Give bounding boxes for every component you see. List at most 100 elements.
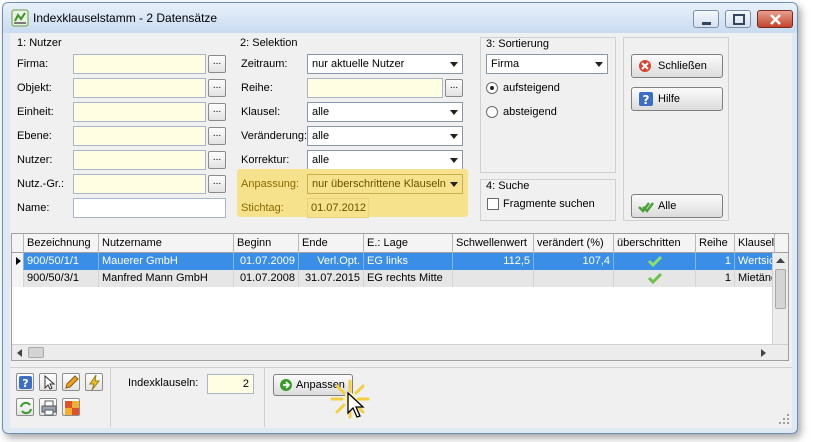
schliessen-button[interactable]: Schließen bbox=[631, 54, 723, 78]
window-title: Indexklauselstamm - 2 Datensätze bbox=[33, 11, 218, 25]
cell-lage: EG rechts Mitte bbox=[364, 270, 453, 287]
chevron-down-icon bbox=[595, 62, 603, 67]
chevron-down-icon bbox=[450, 134, 458, 139]
minimize-button[interactable] bbox=[693, 10, 719, 28]
row-pointer-icon bbox=[12, 253, 24, 270]
alle-label: Alle bbox=[658, 200, 677, 212]
printer-icon bbox=[41, 400, 57, 416]
zeitraum-select[interactable]: nur aktuelle Nutzer bbox=[307, 54, 463, 74]
arrow-right-icon bbox=[280, 379, 292, 391]
stichtag-input[interactable]: 01.07.2012 bbox=[307, 198, 369, 218]
label-stichtag: Stichtag: bbox=[241, 202, 284, 214]
col-veraendert[interactable]: verändert (%) bbox=[534, 234, 614, 253]
refresh-tool-button[interactable] bbox=[16, 398, 34, 416]
nutzer-input[interactable] bbox=[73, 150, 206, 170]
table-row[interactable]: 900/50/3/1 Manfred Mann GmbH 01.07.2008 … bbox=[12, 270, 788, 287]
ebene-browse-button[interactable]: ... bbox=[208, 127, 226, 145]
main-window: Indexklauselstamm - 2 Datensätze 1: Nutz… bbox=[2, 2, 798, 434]
button-panel: Schließen ? Hilfe Alle bbox=[623, 37, 729, 221]
group-suche: 4: Suche Fragmente suchen bbox=[480, 179, 616, 221]
name-input[interactable] bbox=[73, 198, 226, 218]
objekt-browse-button[interactable]: ... bbox=[208, 79, 226, 97]
col-ende[interactable]: Ende bbox=[299, 234, 364, 253]
label-ebene: Ebene: bbox=[17, 130, 52, 142]
close-window-button[interactable] bbox=[757, 10, 793, 28]
svg-text:?: ? bbox=[643, 93, 650, 107]
check-icon bbox=[647, 272, 662, 285]
chevron-down-icon bbox=[450, 62, 458, 67]
reihe-browse-button[interactable]: ... bbox=[445, 79, 463, 97]
edit-tool-button[interactable] bbox=[62, 373, 80, 391]
schliessen-label: Schließen bbox=[658, 60, 707, 72]
nutzergruppe-browse-button[interactable]: ... bbox=[208, 175, 226, 193]
vertical-scrollbar[interactable] bbox=[772, 253, 788, 344]
klausel-select[interactable]: alle bbox=[307, 102, 463, 122]
cell-veraendert bbox=[534, 270, 614, 287]
sortierung-select[interactable]: Firma bbox=[486, 54, 608, 74]
footer-separator bbox=[264, 367, 265, 427]
chevron-down-icon bbox=[450, 182, 458, 187]
absteigend-radio[interactable] bbox=[486, 106, 498, 118]
alle-button[interactable]: Alle bbox=[631, 194, 723, 218]
firma-input[interactable] bbox=[73, 54, 206, 74]
objekt-input[interactable] bbox=[73, 78, 206, 98]
hilfe-label: Hilfe bbox=[658, 93, 681, 105]
row-indicator-header bbox=[12, 234, 24, 253]
svg-text:?: ? bbox=[22, 377, 28, 390]
horizontal-scroll-thumb[interactable] bbox=[28, 347, 44, 358]
korrektur-select[interactable]: alle bbox=[307, 150, 463, 170]
einheit-browse-button[interactable]: ... bbox=[208, 103, 226, 121]
pointer-icon bbox=[44, 374, 56, 390]
export-tool-button[interactable] bbox=[62, 398, 80, 416]
nutzer-browse-button[interactable]: ... bbox=[208, 151, 226, 169]
cell-beginn: 01.07.2009 bbox=[234, 253, 299, 270]
maximize-button[interactable] bbox=[725, 10, 751, 28]
scroll-right-icon[interactable] bbox=[758, 348, 768, 358]
col-reihe[interactable]: Reihe bbox=[696, 234, 735, 253]
aufsteigend-radio[interactable] bbox=[486, 82, 498, 94]
resize-grip-icon[interactable] bbox=[778, 413, 790, 425]
firma-browse-button[interactable]: ... bbox=[208, 55, 226, 73]
table-row[interactable]: 900/50/1/1 Mauerer GmbH 01.07.2009 Verl.… bbox=[12, 253, 788, 270]
aufsteigend-label: aufsteigend bbox=[503, 82, 560, 94]
cell-ueberschritten bbox=[614, 270, 696, 287]
veraenderung-select[interactable]: alle bbox=[307, 126, 463, 146]
fragmente-checkbox[interactable] bbox=[487, 198, 499, 210]
vertical-scroll-thumb[interactable] bbox=[775, 269, 786, 309]
reihe-input[interactable] bbox=[307, 78, 443, 98]
group-suche-title: 4: Suche bbox=[486, 180, 530, 192]
select-tool-button[interactable] bbox=[39, 373, 57, 391]
col-schwellenwert[interactable]: Schwellenwert bbox=[453, 234, 534, 253]
sortierung-value: Firma bbox=[491, 58, 520, 70]
col-beginn[interactable]: Beginn bbox=[234, 234, 299, 253]
label-korrektur: Korrektur: bbox=[241, 154, 290, 166]
export-icon bbox=[65, 401, 79, 415]
col-ueberschritten[interactable]: überschritten bbox=[614, 234, 696, 253]
refresh-icon bbox=[20, 401, 32, 415]
help-tool-button[interactable]: ? bbox=[16, 373, 34, 391]
ebene-input[interactable] bbox=[73, 126, 206, 146]
print-tool-button[interactable] bbox=[39, 398, 57, 416]
indexklauseln-count: 2 bbox=[207, 374, 254, 394]
indexklausel-table: Bezeichnung Nutzername Beginn Ende E.: L… bbox=[11, 233, 789, 361]
col-nutzername[interactable]: Nutzername bbox=[99, 234, 234, 253]
nutzergruppe-input[interactable] bbox=[73, 174, 206, 194]
scroll-left-icon[interactable] bbox=[15, 348, 25, 358]
einheit-input[interactable] bbox=[73, 102, 206, 122]
anpassung-select[interactable]: nur überschrittene Klauseln bbox=[307, 174, 463, 194]
anpassung-value: nur überschrittene Klauseln bbox=[312, 178, 446, 190]
label-nutzer: Nutzer: bbox=[17, 154, 53, 166]
col-klausel[interactable]: Klausel bbox=[735, 234, 775, 253]
cell-ueberschritten bbox=[614, 253, 696, 270]
footer-divider bbox=[10, 367, 792, 368]
footer-separator bbox=[110, 367, 111, 427]
hilfe-button[interactable]: ? Hilfe bbox=[631, 87, 723, 111]
wizard-tool-button[interactable] bbox=[85, 373, 103, 391]
horizontal-scrollbar[interactable] bbox=[12, 344, 788, 360]
col-lage[interactable]: E.: Lage bbox=[364, 234, 453, 253]
scroll-up-icon[interactable] bbox=[775, 255, 786, 265]
cell-ende: 31.07.2015 bbox=[299, 270, 364, 287]
label-name: Name: bbox=[17, 202, 50, 214]
col-bezeichnung[interactable]: Bezeichnung bbox=[24, 234, 99, 253]
group-sortierung: 3: Sortierung Firma aufsteigend absteige… bbox=[480, 37, 616, 173]
